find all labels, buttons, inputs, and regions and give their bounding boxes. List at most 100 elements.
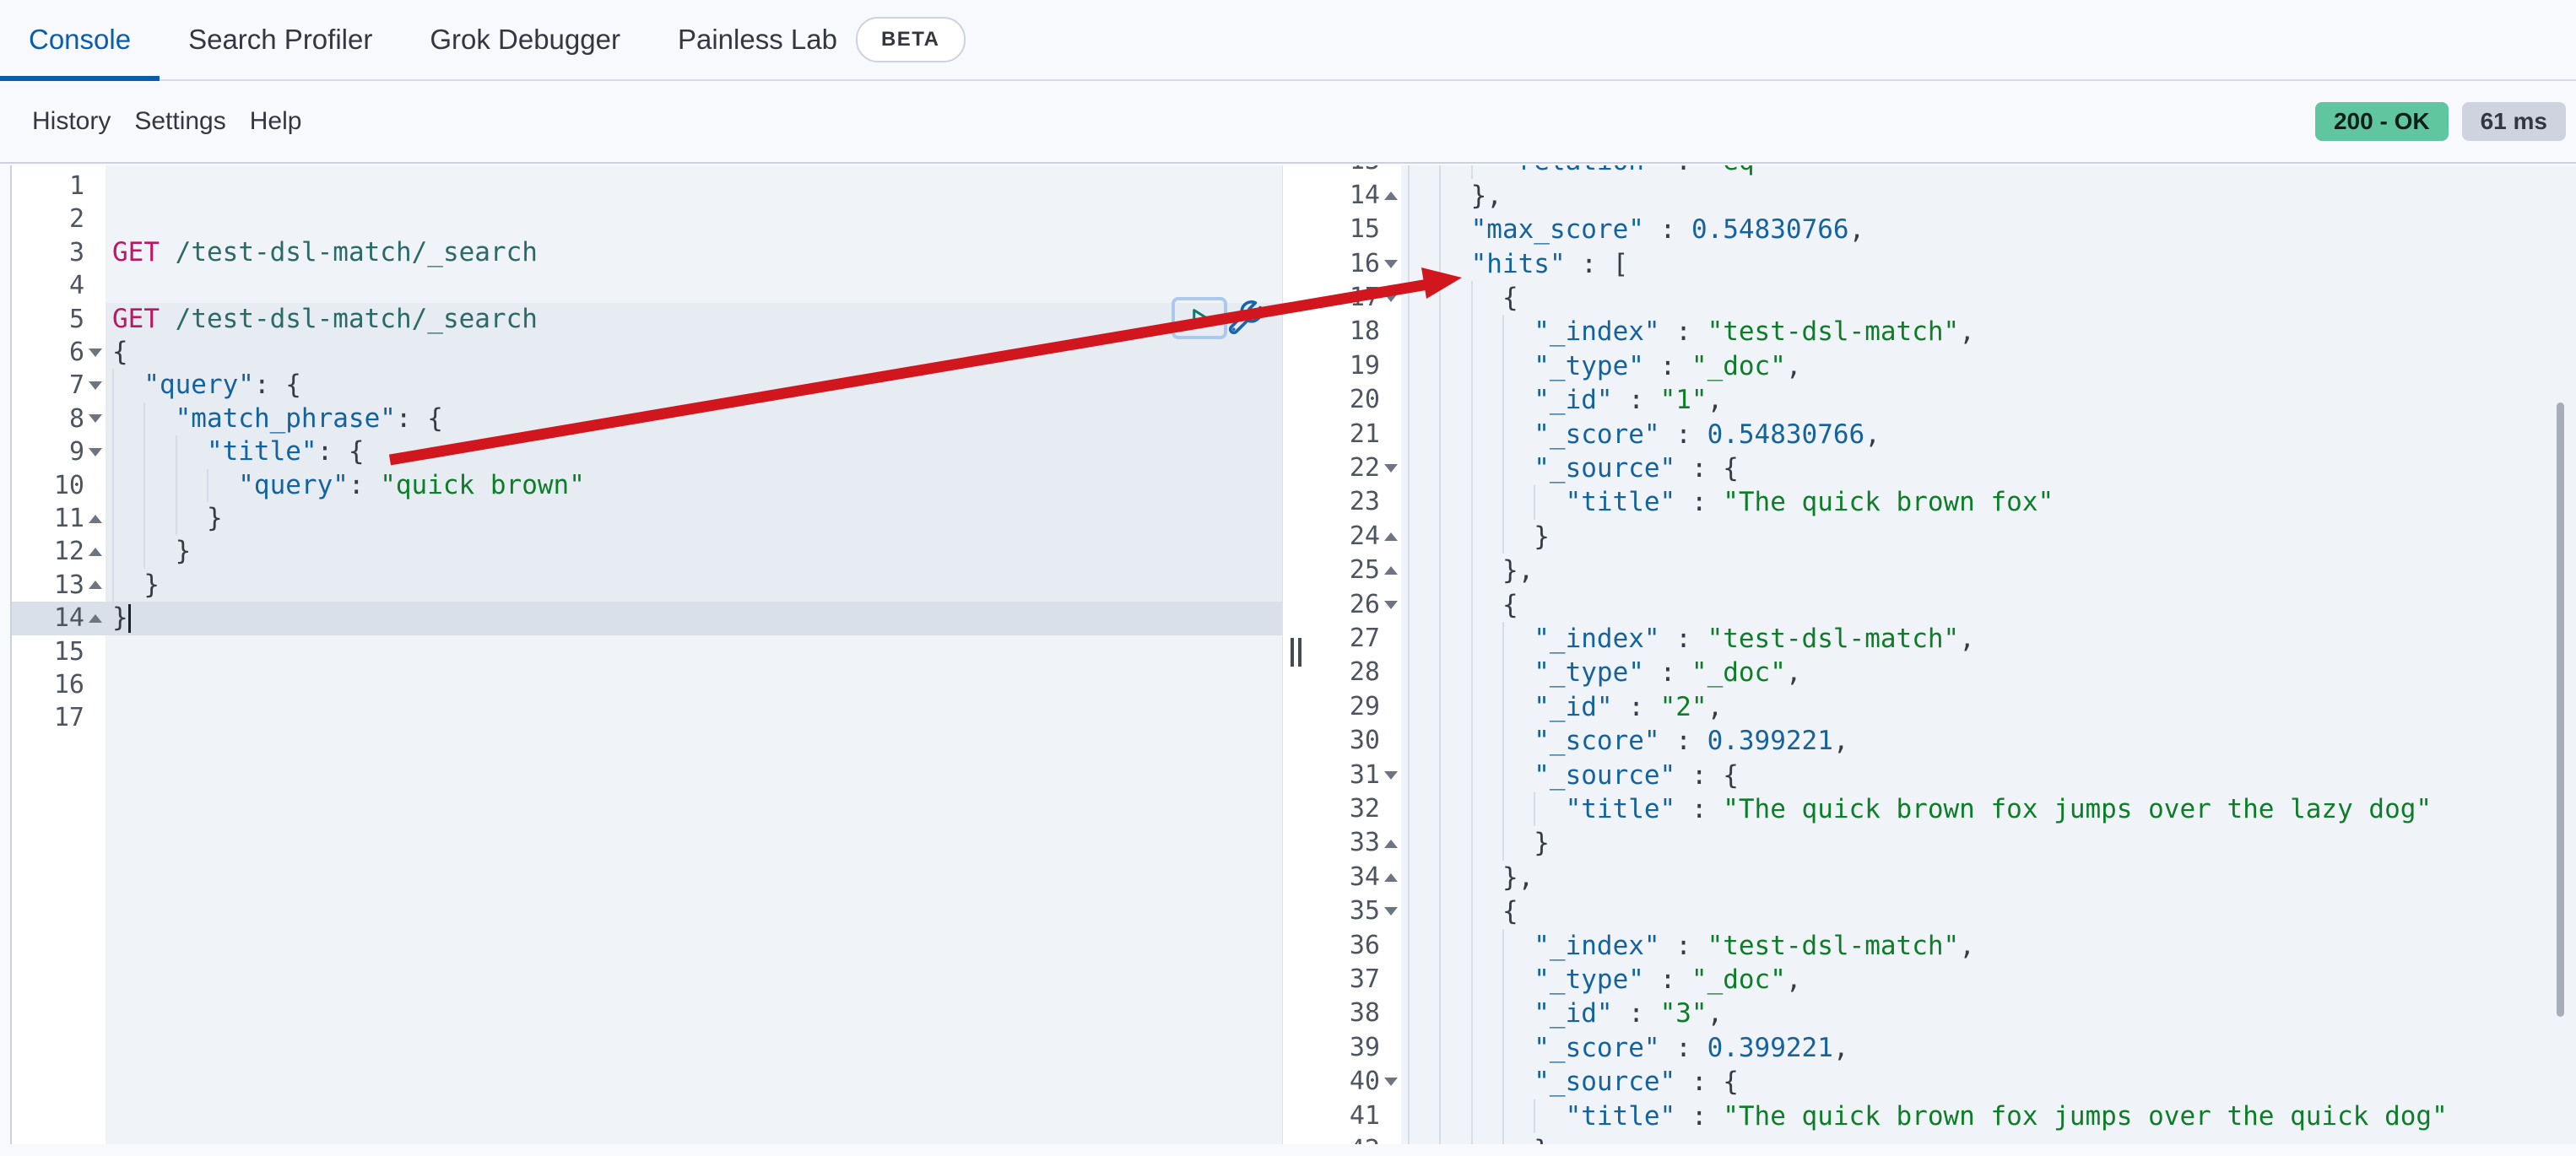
fold-arrow-icon[interactable] <box>89 614 102 623</box>
tab-painless-lab[interactable]: Painless Lab BETA <box>649 0 994 79</box>
panel-divider <box>1283 165 1313 1144</box>
request-options-button[interactable] <box>1226 299 1264 338</box>
line-number: 34 <box>1350 861 1380 894</box>
line-number: 1 <box>69 170 84 203</box>
fold-arrow-icon[interactable] <box>1384 601 1398 609</box>
active-line-highlight <box>12 602 1283 635</box>
fold-arrow-icon[interactable] <box>1384 873 1398 882</box>
code-line: "title": { <box>112 435 365 468</box>
menu-item-settings[interactable]: Settings <box>122 107 237 136</box>
line-number: 9 <box>69 435 84 468</box>
menu-item-history[interactable]: History <box>20 107 122 136</box>
fold-arrow-icon[interactable] <box>89 448 102 456</box>
fold-arrow-icon[interactable] <box>1384 294 1398 302</box>
fold-arrow-icon[interactable] <box>1384 566 1398 575</box>
line-number: 42 <box>1350 1133 1380 1144</box>
line-number: 25 <box>1350 554 1380 587</box>
line-number: 19 <box>1350 349 1380 383</box>
code-line: { <box>1408 894 1518 928</box>
line-number: 12 <box>54 535 84 568</box>
line-number: 26 <box>1350 588 1380 622</box>
fold-arrow-icon[interactable] <box>89 515 102 523</box>
response-status-badge: 200 - OK <box>2315 102 2449 141</box>
beta-badge: BETA <box>856 17 966 62</box>
fold-arrow-icon[interactable] <box>1384 464 1398 473</box>
code-line: "_score" : 0.399221, <box>1408 1031 1849 1065</box>
line-number: 39 <box>1350 1031 1380 1065</box>
code-line: } <box>1408 826 1550 860</box>
code-line: "query": "quick brown" <box>112 469 585 502</box>
code-line: "_id" : "1", <box>1408 383 1723 417</box>
line-number: 21 <box>1350 418 1380 451</box>
code-line: { <box>1408 588 1518 622</box>
line-number: 6 <box>69 336 84 369</box>
tab-label: Console <box>29 24 131 56</box>
play-icon <box>1187 305 1212 331</box>
code-line: "max_score" : 0.54830766, <box>1408 213 1864 246</box>
code-line: }, <box>1408 554 1534 587</box>
line-number: 27 <box>1350 622 1380 656</box>
code-line: "_index" : "test-dsl-match", <box>1408 929 1975 963</box>
fold-arrow-icon[interactable] <box>1384 1078 1398 1086</box>
code-line: "_type" : "_doc", <box>1408 963 1802 997</box>
line-number: 14 <box>54 602 84 635</box>
tab-console[interactable]: Console <box>0 0 160 79</box>
fold-arrow-icon[interactable] <box>89 348 102 357</box>
fold-arrow-icon[interactable] <box>1384 532 1398 541</box>
tab-label: Search Profiler <box>188 24 372 56</box>
response-viewer[interactable]: 13"relation" : "eq"14},15"max_score" : 0… <box>1313 165 2576 1144</box>
code-line: "_type" : "_doc", <box>1408 656 1802 689</box>
code-line: GET /test-dsl-match/_search <box>112 303 538 336</box>
code-line: { <box>1408 281 1518 315</box>
line-number: 37 <box>1350 963 1380 997</box>
tab-label: Painless Lab <box>678 24 837 56</box>
line-number: 30 <box>1350 724 1380 758</box>
code-line: { <box>112 336 128 369</box>
fold-arrow-icon[interactable] <box>1384 192 1398 200</box>
line-number: 2 <box>69 203 84 235</box>
line-number: 40 <box>1350 1065 1380 1099</box>
line-number: 18 <box>1350 315 1380 348</box>
code-line: } <box>112 535 191 568</box>
line-number: 28 <box>1350 656 1380 689</box>
scrollbar-thumb[interactable] <box>2557 402 2564 1017</box>
fold-arrow-icon[interactable] <box>89 414 102 423</box>
code-line: } <box>112 502 223 535</box>
line-number: 13 <box>1350 165 1380 179</box>
code-line: "_score" : 0.399221, <box>1408 724 1849 758</box>
line-number: 32 <box>1350 792 1380 826</box>
code-line: "title" : "The quick brown fox" <box>1408 485 2054 519</box>
line-number: 17 <box>54 701 84 734</box>
line-number: 38 <box>1350 997 1380 1030</box>
code-line: "title" : "The quick brown fox jumps ove… <box>1408 1099 2448 1133</box>
tabs-bar: ConsoleSearch ProfilerGrok DebuggerPainl… <box>0 0 2576 81</box>
line-number: 7 <box>69 369 84 402</box>
fold-arrow-icon[interactable] <box>1384 771 1398 780</box>
fold-arrow-icon[interactable] <box>1384 907 1398 916</box>
fold-arrow-icon[interactable] <box>89 381 102 390</box>
code-line: "_index" : "test-dsl-match", <box>1408 622 1975 656</box>
line-number: 23 <box>1350 485 1380 519</box>
fold-arrow-icon[interactable] <box>1384 840 1398 848</box>
fold-arrow-icon[interactable] <box>89 548 102 556</box>
code-line: "_source" : { <box>1408 451 1739 485</box>
send-request-button[interactable] <box>1172 297 1227 339</box>
fold-arrow-icon[interactable] <box>89 581 102 589</box>
line-number: 11 <box>54 502 84 535</box>
code-line: "_source" : { <box>1408 759 1739 792</box>
line-number: 3 <box>69 236 84 269</box>
request-editor[interactable]: 123GET /test-dsl-match/_search45GET /tes… <box>12 165 1283 1144</box>
code-line: "_index" : "test-dsl-match", <box>1408 315 1975 348</box>
tab-search-profiler[interactable]: Search Profiler <box>160 0 401 79</box>
code-line: "_id" : "3", <box>1408 997 1723 1030</box>
code-line: "title" : "The quick brown fox jumps ove… <box>1408 792 2432 826</box>
wrench-icon <box>1226 299 1264 338</box>
line-number: 36 <box>1350 929 1380 963</box>
code-line: } <box>1408 520 1550 554</box>
fold-arrow-icon[interactable] <box>1384 260 1398 268</box>
code-line: "hits" : [ <box>1408 247 1628 281</box>
line-number: 17 <box>1350 281 1380 315</box>
menu-item-help[interactable]: Help <box>238 107 314 136</box>
panel-resize-handle[interactable] <box>1289 638 1304 667</box>
tab-grok-debugger[interactable]: Grok Debugger <box>401 0 649 79</box>
